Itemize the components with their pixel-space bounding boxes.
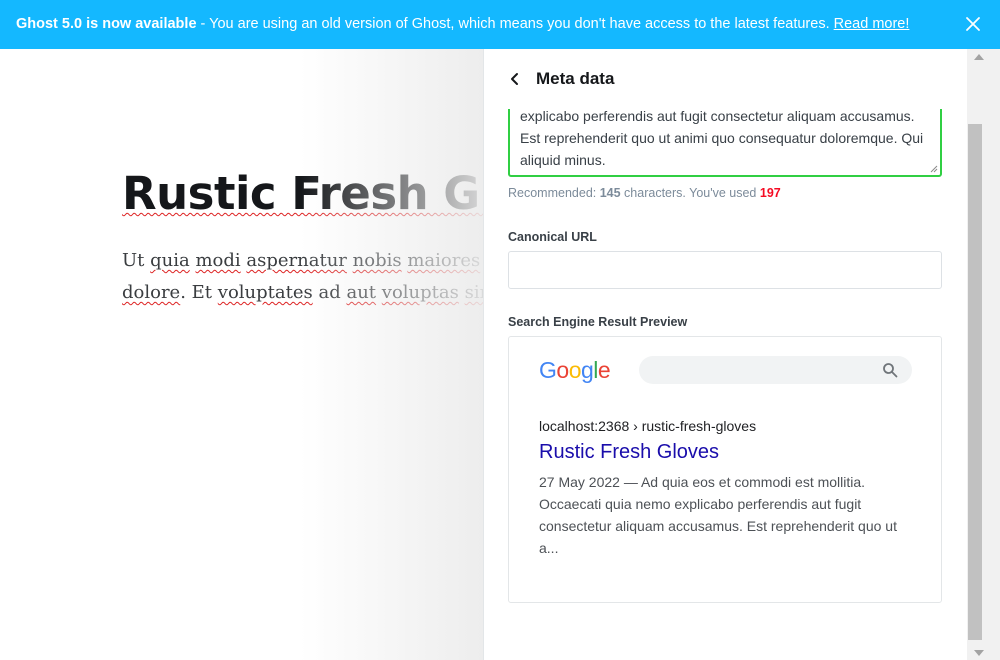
body-word: aspernatur	[246, 250, 347, 271]
google-search-bar	[639, 356, 912, 384]
body-word: maiores	[407, 250, 481, 271]
hint-prefix: Recommended:	[508, 186, 600, 200]
recommended-count: 145	[599, 186, 621, 200]
chevron-left-icon[interactable]	[508, 70, 522, 88]
banner-message: Ghost 5.0 is now available - You are usi…	[16, 16, 909, 32]
google-logo: Google	[539, 357, 611, 384]
scroll-up-arrow-icon[interactable]	[974, 54, 984, 60]
result-breadcrumb: localhost:2368 › rustic-fresh-gloves	[539, 418, 757, 434]
body-word: sint	[464, 282, 483, 303]
scrollbar-thumb[interactable]	[968, 124, 982, 640]
google-logo-letter: G	[539, 357, 557, 383]
search-icon	[883, 363, 898, 378]
body-word: modi	[195, 250, 241, 271]
panel-scrollbar[interactable]	[967, 49, 1000, 660]
google-logo-letter: e	[597, 357, 611, 383]
body-word: voluptas	[381, 282, 459, 303]
body-word: aut	[346, 282, 377, 303]
hint-mid: characters. You've used	[620, 186, 760, 200]
panel-header: Meta data	[484, 49, 967, 109]
body-word: dolore	[122, 282, 181, 303]
search-engine-preview: Google localhost:2368 › rustic-fresh-glo…	[508, 336, 942, 603]
panel-title: Meta data	[536, 69, 615, 88]
resize-handle-icon[interactable]	[930, 165, 938, 173]
editor-overlay-shadow	[300, 49, 483, 660]
canonical-url-input[interactable]	[508, 251, 942, 289]
result-description: 27 May 2022 — Ad quia eos et commodi est…	[539, 474, 897, 556]
banner-title: Ghost 5.0 is now available	[16, 16, 197, 32]
scroll-down-arrow-icon[interactable]	[974, 650, 984, 656]
search-preview-label: Search Engine Result Preview	[508, 315, 688, 329]
result-title: Rustic Fresh Gloves	[539, 441, 720, 463]
post-body[interactable]: Ut quia modi aspernatur nobis maiores i …	[122, 245, 483, 309]
post-editor[interactable]: Rustic Fresh Glo Ut quia modi aspernatur…	[0, 49, 483, 660]
update-banner: Ghost 5.0 is now available - You are usi…	[0, 0, 1000, 49]
canonical-url-label: Canonical URL	[508, 230, 597, 244]
body-word: quia	[150, 250, 190, 271]
body-word: Et	[191, 282, 213, 303]
character-count-hint: Recommended: 145 characters. You've used…	[508, 186, 781, 200]
banner-text: - You are using an old version of Ghost,…	[196, 16, 834, 32]
read-more-link[interactable]: Read more!	[834, 16, 910, 32]
body-word: Ut	[122, 250, 145, 271]
body-word: nobis	[352, 250, 402, 271]
used-count: 197	[759, 186, 781, 200]
meta-data-panel: Ad quia eos et commodi est mollitia. Occ…	[483, 49, 967, 660]
body-word: voluptates	[217, 282, 313, 303]
post-title[interactable]: Rustic Fresh Glo	[122, 167, 483, 220]
google-logo-letter: o	[556, 357, 569, 383]
google-logo-letter: g	[580, 357, 594, 383]
close-icon[interactable]	[964, 15, 982, 33]
body-word: ad	[318, 282, 341, 303]
google-logo-letter: o	[568, 357, 582, 383]
